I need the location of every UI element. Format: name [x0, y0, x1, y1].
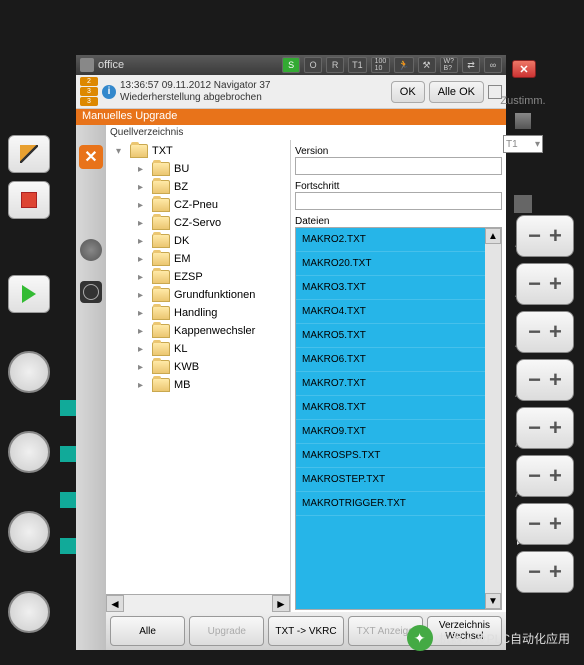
- tree-item[interactable]: ▸DK: [108, 232, 288, 250]
- tree-item[interactable]: ▸EM: [108, 250, 288, 268]
- files-label: Dateien: [295, 216, 502, 227]
- file-item[interactable]: MAKRO20.TXT: [296, 252, 485, 276]
- status-t1[interactable]: T1: [348, 57, 367, 73]
- robot-name: office: [98, 59, 124, 71]
- stop-icon: [21, 192, 37, 208]
- wechat-icon: ✦: [407, 625, 433, 651]
- axis-btn-1[interactable]: −+: [516, 215, 574, 257]
- zustimm-label: Zustimm.: [500, 95, 545, 107]
- robot-icon: [80, 58, 94, 72]
- axis-btn-4[interactable]: −+: [516, 359, 574, 401]
- jog-dial-4[interactable]: [8, 591, 50, 633]
- main-screen: office S O R T1 10010 🏃 ⚒ W?B? ⇄ ∞ 2 3 3…: [76, 55, 506, 650]
- txt-vkrc-button[interactable]: TXT -> VKRC: [268, 616, 343, 646]
- file-item[interactable]: MAKRO9.TXT: [296, 420, 485, 444]
- tree-item[interactable]: ▸BZ: [108, 178, 288, 196]
- tree-item[interactable]: ▸MB: [108, 376, 288, 394]
- clock-icon[interactable]: [80, 281, 102, 303]
- edit-button[interactable]: [8, 135, 50, 173]
- source-dir-label: Quellverzeichnis: [106, 125, 506, 140]
- axis-btn-3[interactable]: −+: [516, 311, 574, 353]
- tree-item[interactable]: ▸EZSP: [108, 268, 288, 286]
- scroll-right-icon[interactable]: ►: [272, 595, 290, 612]
- details-column: Version Fortschritt Dateien MAKRO2.TXTMA…: [291, 140, 506, 612]
- watermark: ✦ 机器人及PLC自动化应用: [407, 625, 570, 651]
- scroll-down-icon[interactable]: ▼: [485, 593, 501, 609]
- status-r[interactable]: R: [326, 57, 344, 73]
- file-item[interactable]: MAKRO5.TXT: [296, 324, 485, 348]
- play-icon: [22, 285, 36, 303]
- sync-icon[interactable]: ⇄: [462, 57, 480, 73]
- tree-item[interactable]: ▸KWB: [108, 358, 288, 376]
- badge-1: 2: [80, 77, 98, 86]
- tree-item[interactable]: ▸CZ-Servo: [108, 214, 288, 232]
- side-strip: ✕: [76, 125, 106, 650]
- infinity-icon[interactable]: ∞: [484, 57, 502, 73]
- tree-item[interactable]: ▸KL: [108, 340, 288, 358]
- slider-icon[interactable]: [515, 113, 531, 129]
- badge-3: 3: [80, 97, 98, 106]
- axis-btn-7[interactable]: −+: [516, 503, 574, 545]
- scroll-up-icon[interactable]: ▲: [485, 228, 501, 244]
- axis-btn-8[interactable]: −+: [516, 551, 574, 593]
- tree-hscroll[interactable]: ◄ ►: [106, 594, 290, 612]
- axis-btn-5[interactable]: −+: [516, 407, 574, 449]
- scroll-left-icon[interactable]: ◄: [106, 595, 124, 612]
- tree-item[interactable]: ▸Grundfunktionen: [108, 286, 288, 304]
- file-item[interactable]: MAKROTRIGGER.TXT: [296, 492, 485, 516]
- tree-item[interactable]: ▸Handling: [108, 304, 288, 322]
- version-field: [295, 157, 502, 175]
- close-x-button[interactable]: ✕: [79, 145, 103, 169]
- jog-dial-2[interactable]: [8, 431, 50, 473]
- all-button[interactable]: Alle: [110, 616, 185, 646]
- jog-dial-3[interactable]: [8, 511, 50, 553]
- mode-dropdown[interactable]: T1▾: [503, 135, 543, 153]
- badge-2: 3: [80, 87, 98, 96]
- file-vscroll[interactable]: ▲ ▼: [485, 228, 501, 609]
- file-item[interactable]: MAKRO4.TXT: [296, 300, 485, 324]
- version-label: Version: [295, 146, 502, 157]
- all-ok-button[interactable]: Alle OK: [429, 81, 484, 103]
- tree-item[interactable]: ▸Kappenwechsler: [108, 322, 288, 340]
- upgrade-button[interactable]: Upgrade: [189, 616, 264, 646]
- title-bar: office S O R T1 10010 🏃 ⚒ W?B? ⇄ ∞: [76, 55, 506, 75]
- tool-icon[interactable]: ⚒: [418, 57, 436, 73]
- axis-btn-6[interactable]: −+: [516, 455, 574, 497]
- file-item[interactable]: MAKRO7.TXT: [296, 372, 485, 396]
- file-item[interactable]: MAKRO3.TXT: [296, 276, 485, 300]
- wb-indicator[interactable]: W?B?: [440, 57, 459, 73]
- info-text: 13:36:57 09.11.2012 Navigator 37 Wiederh…: [120, 80, 387, 104]
- tree-root[interactable]: ▾TXT: [108, 142, 288, 160]
- status-o[interactable]: O: [304, 57, 322, 73]
- banner: Manuelles Upgrade: [76, 109, 506, 125]
- progress-field: [295, 192, 502, 210]
- tree-item[interactable]: ▸BU: [108, 160, 288, 178]
- file-item[interactable]: MAKRO6.TXT: [296, 348, 485, 372]
- file-item[interactable]: MAKROSPS.TXT: [296, 444, 485, 468]
- info-icon: i: [102, 85, 116, 99]
- file-item[interactable]: MAKROSTEP.TXT: [296, 468, 485, 492]
- tree-column: ▾TXT▸BU▸BZ▸CZ-Pneu▸CZ-Servo▸DK▸EM▸EZSP▸G…: [106, 140, 291, 612]
- status-s[interactable]: S: [282, 57, 300, 73]
- info-bar: 2 3 3 i 13:36:57 09.11.2012 Navigator 37…: [76, 75, 506, 109]
- file-item[interactable]: MAKRO2.TXT: [296, 228, 485, 252]
- stop-button[interactable]: [8, 181, 50, 219]
- progress-label: Fortschritt: [295, 181, 502, 192]
- robot-small-icon[interactable]: [514, 195, 532, 213]
- jog-dial-1[interactable]: [8, 351, 50, 393]
- file-item[interactable]: MAKRO8.TXT: [296, 396, 485, 420]
- pencil-icon: [20, 145, 38, 163]
- axis-btn-2[interactable]: −+: [516, 263, 574, 305]
- file-list[interactable]: MAKRO2.TXTMAKRO20.TXTMAKRO3.TXTMAKRO4.TX…: [296, 228, 485, 609]
- tree-item[interactable]: ▸CZ-Pneu: [108, 196, 288, 214]
- ok-button[interactable]: OK: [391, 81, 425, 103]
- play-button[interactable]: [8, 275, 50, 313]
- gear-icon[interactable]: [80, 239, 102, 261]
- speed-indicator[interactable]: 10010: [371, 57, 391, 73]
- run-icon[interactable]: 🏃: [394, 57, 413, 73]
